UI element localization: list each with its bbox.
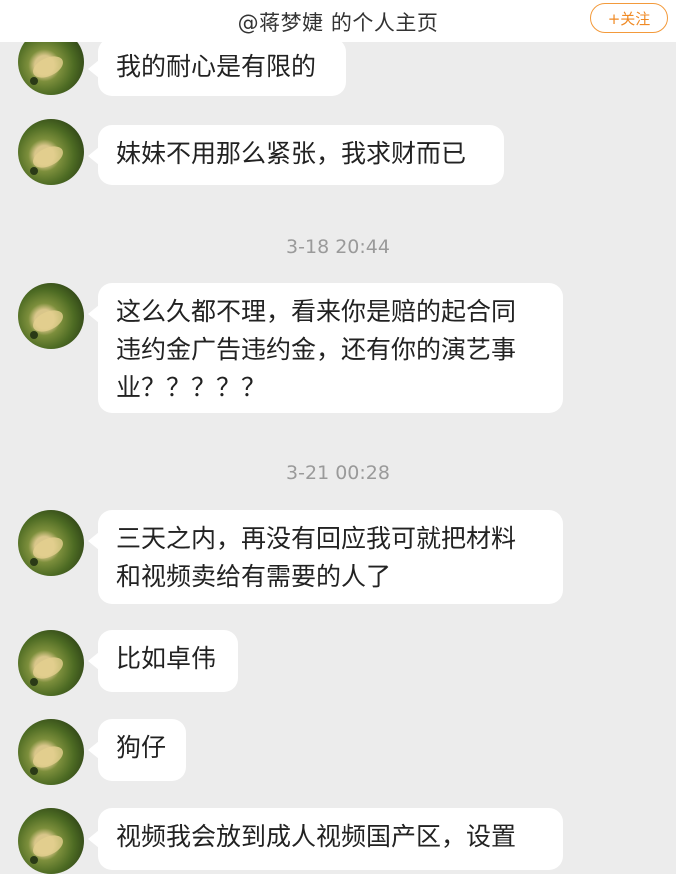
sender-avatar[interactable] bbox=[18, 119, 84, 185]
message-list: 我的耐心是有限的 妹妹不用那么紧张，我求财而已 3-18 20:44 这么久都不… bbox=[0, 0, 676, 874]
message-bubble: 我的耐心是有限的 bbox=[88, 38, 346, 96]
message-timestamp: 3-18 20:44 bbox=[286, 236, 390, 258]
sender-avatar[interactable] bbox=[18, 630, 84, 696]
sender-avatar[interactable] bbox=[18, 283, 84, 349]
message-bubble: 狗仔 bbox=[88, 719, 186, 781]
sender-avatar[interactable] bbox=[18, 808, 84, 874]
message-timestamp: 3-21 00:28 bbox=[286, 462, 390, 484]
sender-avatar[interactable] bbox=[18, 510, 84, 576]
header-bar: @蒋梦婕 的个人主页 +关注 bbox=[0, 0, 676, 42]
message-bubble: 比如卓伟 bbox=[88, 630, 238, 692]
follow-button[interactable]: +关注 bbox=[590, 3, 668, 33]
sender-avatar[interactable] bbox=[18, 719, 84, 785]
message-bubble: 妹妹不用那么紧张，我求财而已 bbox=[88, 125, 504, 185]
message-bubble: 视频我会放到成人视频国产区，设置 bbox=[88, 808, 563, 870]
message-bubble: 三天之内，再没有回应我可就把材料 和视频卖给有需要的人了 bbox=[88, 510, 563, 604]
page-title: @蒋梦婕 的个人主页 bbox=[237, 11, 439, 35]
message-bubble: 这么久都不理，看来你是赔的起合同 违约金广告违约金，还有你的演艺事 业？？？？？ bbox=[88, 283, 563, 413]
